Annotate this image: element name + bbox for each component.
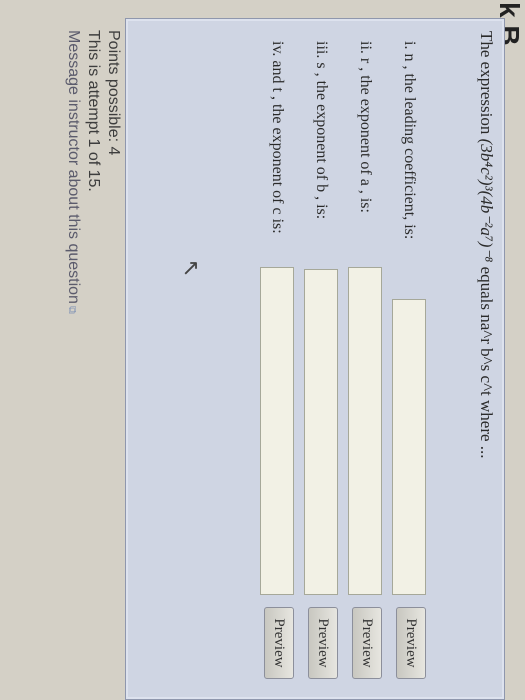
message-instructor-link[interactable]: Message instructor about this question⧉ bbox=[62, 30, 83, 314]
stem-suffix: equals na^r b^s c^t where ... bbox=[477, 266, 496, 459]
stem-prefix: The expression bbox=[477, 31, 496, 135]
question-footer: Points possible: 4 This is attempt 1 of … bbox=[62, 30, 123, 314]
preview-button-2[interactable]: Preview bbox=[352, 607, 382, 679]
answer-input-3[interactable] bbox=[304, 269, 338, 595]
message-instructor-text[interactable]: Message instructor about this question bbox=[65, 30, 82, 304]
preview-button-3[interactable]: Preview bbox=[308, 607, 338, 679]
answer-input-2[interactable] bbox=[348, 267, 382, 595]
part-label-3: iii. s , the exponent of b , is: bbox=[313, 41, 330, 220]
external-link-icon: ⧉ bbox=[66, 305, 78, 314]
part-label-1: i. n , the leading coefficient, is: bbox=[401, 41, 418, 240]
question-stem: The expression (3b⁴c²)³(4b⁻²a⁷)⁻⁸ equals… bbox=[476, 31, 496, 459]
part-label-2: ii. r , the exponent of a , is: bbox=[357, 41, 374, 213]
part-row-1: i. n , the leading coefficient, is: Prev… bbox=[386, 41, 430, 691]
question-box: The expression (3b⁴c²)³(4b⁻²a⁷)⁻⁸ equals… bbox=[125, 18, 505, 700]
preview-button-1[interactable]: Preview bbox=[396, 607, 426, 679]
expression: (3b⁴c²)³(4b⁻²a⁷)⁻⁸ bbox=[477, 138, 496, 263]
preview-button-4[interactable]: Preview bbox=[264, 607, 294, 679]
part-label-4: iv. and t , the exponent of c is: bbox=[269, 41, 286, 234]
answer-parts: i. n , the leading coefficient, is: Prev… bbox=[254, 41, 430, 691]
part-row-2: ii. r , the exponent of a , is: Preview bbox=[342, 41, 386, 691]
points-possible: Points possible: 4 bbox=[105, 30, 122, 156]
answer-input-4[interactable] bbox=[260, 267, 294, 595]
mouse-pointer-icon: ↖ bbox=[179, 259, 204, 278]
page: k B The expression (3b⁴c²)³(4b⁻²a⁷)⁻⁸ eq… bbox=[0, 0, 525, 700]
attempt-info: This is attempt 1 of 15. bbox=[85, 30, 102, 192]
part-row-4: iv. and t , the exponent of c is: Previe… bbox=[254, 41, 298, 691]
part-row-3: iii. s , the exponent of b , is: Preview bbox=[298, 41, 342, 691]
answer-input-1[interactable] bbox=[392, 299, 426, 595]
